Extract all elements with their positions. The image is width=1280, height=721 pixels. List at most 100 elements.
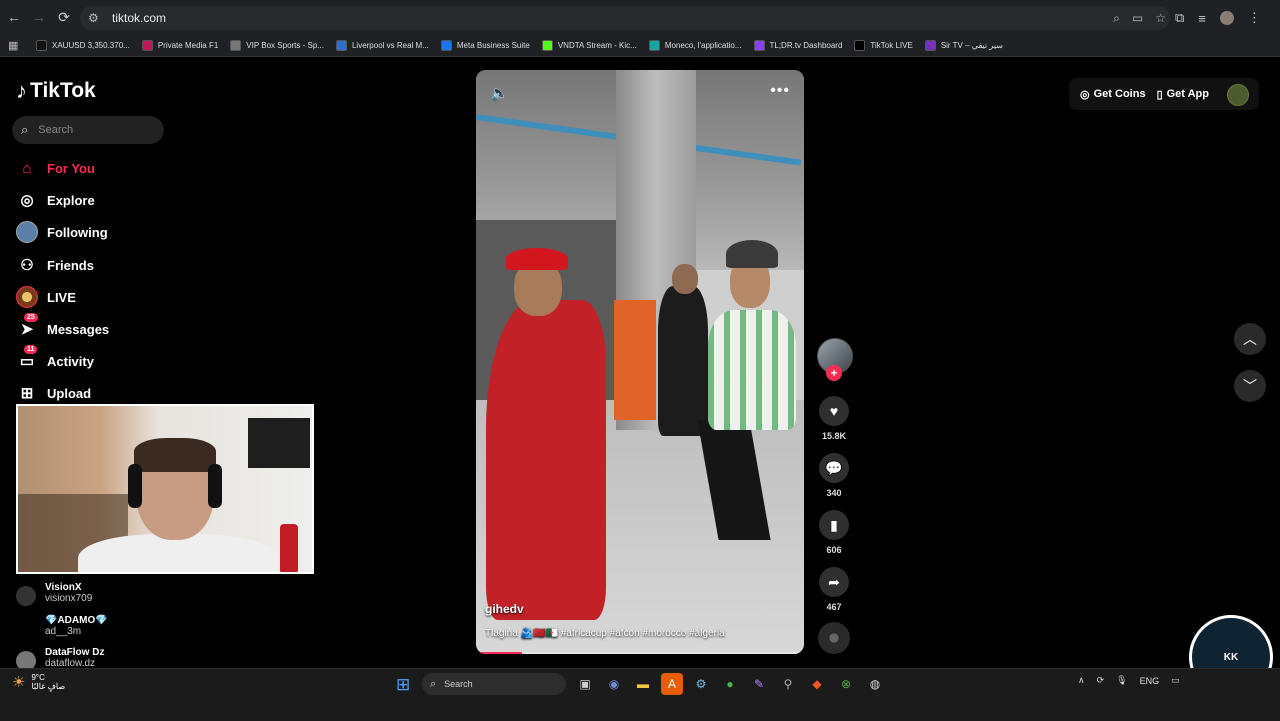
avatar — [16, 586, 36, 606]
app-torch-icon[interactable]: ⚲ — [777, 673, 799, 695]
chrome-icon[interactable]: ● — [719, 673, 741, 695]
site-info-icon[interactable]: ⚙ — [88, 11, 102, 25]
follow-plus-icon[interactable]: + — [826, 365, 842, 381]
bookmark-favicon-icon — [541, 39, 553, 51]
like-button[interactable]: ♥ 15.8K — [817, 396, 851, 441]
microphone-icon[interactable]: 🎙 — [1116, 675, 1127, 686]
star-icon[interactable]: ☆ — [1155, 11, 1166, 25]
share-button[interactable]: ➦ 467 — [817, 567, 851, 612]
get-coins-button[interactable]: ◎ Get Coins — [1080, 88, 1146, 101]
messages-icon: ➤ 25 — [16, 313, 38, 340]
menu-icon[interactable]: ⋮ — [1248, 10, 1261, 26]
bookmark-item[interactable]: VNDTA Stream - Kic... — [541, 39, 637, 51]
search-icon: ⌕ — [21, 122, 29, 137]
discord-icon[interactable]: ◉ — [603, 673, 625, 695]
media-control-icon[interactable]: ≡ — [1198, 11, 1206, 26]
webcam-person-body — [78, 534, 278, 572]
share-count: 467 — [826, 602, 842, 612]
language-indicator[interactable]: ENG — [1140, 676, 1160, 686]
video-author[interactable]: gihedv — [485, 602, 524, 616]
music-disc-icon[interactable] — [818, 622, 850, 654]
profile-avatar[interactable] — [1227, 84, 1249, 106]
bookmark-label: Meta Business Suite — [456, 40, 530, 50]
live-avatar-icon — [16, 286, 38, 308]
zoom-icon[interactable]: ⌕ — [1113, 11, 1120, 26]
get-app-button[interactable]: ▯ Get App — [1157, 88, 1209, 101]
bookmark-label: TL;DR.tv Dashboard — [769, 40, 843, 50]
upload-icon: ⊞ — [20, 385, 34, 402]
search-placeholder: Search — [38, 124, 74, 136]
search-input[interactable]: ⌕ Search — [12, 116, 164, 144]
bookmark-item[interactable]: Moneco, l'applicatio... — [648, 39, 742, 51]
like-count: 15.8K — [821, 431, 847, 441]
extensions-icon[interactable]: ⧉ — [1175, 10, 1184, 26]
steam-icon[interactable]: ⚙ — [690, 673, 712, 695]
task-view-icon[interactable]: ▣ — [574, 673, 596, 695]
logo-text: TikTok — [30, 79, 96, 102]
obs-icon[interactable]: ◍ — [864, 673, 886, 695]
bookmark-item[interactable]: TikTok LIVE — [854, 39, 913, 51]
volume-icon[interactable]: 🔈 — [490, 84, 509, 102]
cast-icon[interactable]: ▭ — [1132, 11, 1143, 25]
sidebar-item-label: Upload — [47, 385, 92, 401]
watermark-text: KK — [1223, 651, 1239, 663]
more-options-icon[interactable]: ••• — [770, 82, 790, 100]
bookmark-item[interactable]: Liverpool vs Real M... — [335, 39, 429, 51]
reload-icon[interactable]: ⟳ — [53, 6, 75, 28]
chevron-up-icon[interactable]: ∧ — [1078, 675, 1085, 686]
sidebar-item-activity[interactable]: ▭ 11 Activity — [16, 345, 94, 373]
sidebar-item-for-you[interactable]: ⌂ For You — [16, 156, 94, 180]
webcam-bg-tv — [248, 418, 310, 468]
sidebar-item-messages[interactable]: ➤ 25 Messages — [16, 313, 109, 341]
browser-toolbar: ← → ⟳ ⚙ tiktok.com ⌕ ▭ ☆ ⧉ ≡ ⋮ — [0, 0, 1280, 34]
sidebar-item-following[interactable]: Following — [16, 220, 108, 244]
save-button[interactable]: ▮ 606 — [817, 510, 851, 555]
get-app-label: Get App — [1166, 88, 1209, 100]
url-text[interactable]: tiktok.com — [112, 11, 166, 25]
comment-button[interactable]: 💬 340 — [817, 453, 851, 498]
display-icon[interactable]: ▭ — [1171, 675, 1180, 686]
windows-start-icon[interactable]: ⊞ — [396, 675, 410, 695]
app-a-icon[interactable]: A — [661, 673, 683, 695]
address-bar[interactable]: ⚙ tiktok.com ⌕ ▭ ☆ — [80, 6, 1170, 30]
webcam-person-hair — [134, 438, 216, 472]
bookmark-favicon-icon — [648, 39, 660, 51]
sidebar-item-live[interactable]: LIVE — [16, 285, 76, 309]
sidebar-item-upload[interactable]: ⊞ Upload — [16, 381, 91, 405]
video-player[interactable]: 🔈 ••• gihedv Tlagina 🫂🇲🇦🇩🇿 #africacup #a… — [476, 70, 804, 654]
account-username: visionx709 — [45, 593, 93, 604]
sidebar-item-explore[interactable]: ◎ Explore — [16, 188, 94, 212]
feather-icon[interactable]: ✎ — [748, 673, 770, 695]
file-explorer-icon[interactable]: ▬ — [632, 673, 654, 695]
home-icon: ⌂ — [22, 159, 32, 177]
video-progress-bar[interactable] — [476, 652, 804, 654]
bookmarks-bar: ▦ XAUUSD 3,350.370... Private Media F1 VIP… — [0, 34, 1280, 57]
suggested-account[interactable]: VisionX visionx709 — [16, 582, 92, 606]
back-icon[interactable]: ← — [3, 6, 25, 28]
sync-icon[interactable]: ⟳ — [1097, 675, 1105, 686]
taskbar-search-input[interactable]: ⌕ Search — [422, 673, 566, 695]
forward-icon[interactable]: → — [28, 6, 50, 28]
bookmark-label: Sir TV – سير تيفي — [940, 40, 1003, 50]
xbox-icon[interactable]: ⊗ — [835, 673, 857, 695]
bookmark-item[interactable]: VIP Box Sports - Sp... — [230, 39, 324, 51]
next-video-button[interactable]: ﹀ — [1234, 370, 1266, 402]
brave-icon[interactable]: ◆ — [806, 673, 828, 695]
previous-video-button[interactable]: ︿ — [1234, 323, 1266, 355]
weather-widget[interactable]: ☀ 9°C صافٍ غالبًا — [12, 673, 65, 691]
bookmark-item[interactable]: Meta Business Suite — [440, 39, 530, 51]
sidebar-item-label: Activity — [47, 353, 94, 369]
bookmark-item[interactable]: TL;DR.tv Dashboard — [753, 39, 843, 51]
video-person-green-shirt — [708, 310, 796, 430]
bookmark-item[interactable]: Private Media F1 — [141, 39, 218, 51]
bookmark-item[interactable]: Sir TV – سير تيفي — [924, 39, 1003, 51]
bookmark-label: VIP Box Sports - Sp... — [246, 40, 324, 50]
weather-desc: صافٍ غالبًا — [31, 682, 66, 691]
apps-grid-icon[interactable]: ▦ — [8, 39, 22, 52]
tiktok-logo[interactable]: ♪ TikTok — [16, 78, 96, 104]
suggested-account[interactable]: 💎ADAMO💎 ad__3m — [16, 615, 108, 639]
sidebar-item-friends[interactable]: ⚇ Friends — [16, 253, 94, 277]
weather-sun-icon: ☀ — [12, 674, 26, 691]
bookmark-item[interactable]: XAUUSD 3,350.370... — [36, 39, 130, 51]
profile-avatar[interactable] — [1219, 11, 1234, 25]
